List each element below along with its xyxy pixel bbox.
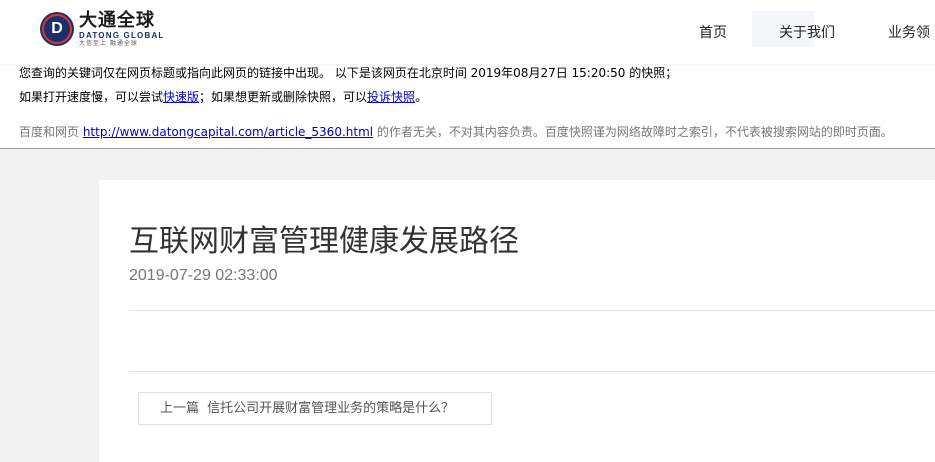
previous-article-label: 上一篇 (160, 401, 200, 416)
speed-notice-mid: ；如果想更新或删除快照，可以 (199, 90, 368, 104)
source-url-link[interactable]: http://www.datongcapital.com/article_536… (83, 125, 373, 139)
previous-article-title: 信托公司开展财富管理业务的策略是什么？ (207, 401, 455, 416)
complain-snapshot-link[interactable]: 投诉快照 (367, 90, 415, 104)
disclaimer-suffix: 的作者无关，不对其内容负责。百度快照谨为网络故障时之索引，不代表被搜索网站的即时… (373, 125, 893, 139)
nav-item-home[interactable]: 首页 (699, 22, 727, 42)
logo-mark-letter: D (51, 20, 63, 37)
speed-notice-prefix: 如果打开速度慢，可以尝试 (19, 90, 164, 104)
divider (129, 310, 935, 311)
nav-item-about[interactable]: 关于我们 (779, 22, 835, 42)
fast-version-link[interactable]: 快速版 (163, 90, 199, 104)
speed-notice-suffix: 。 (415, 90, 428, 104)
article-title: 互联网财富管理健康发展路径 (129, 224, 519, 259)
disclaimer-prefix: 百度和网页 (19, 125, 83, 139)
snapshot-notice-text: 您查询的关键词仅在网页标题或指向此网页的链接中出现。 以下是该网页在北京时间 2… (19, 66, 678, 80)
divider (129, 371, 935, 372)
previous-article-button[interactable]: 上一篇 信托公司开展财富管理业务的策略是什么？ (138, 392, 492, 425)
article-card: 互联网财富管理健康发展路径 2019-07-29 02:33:00 上一篇 信托… (99, 180, 935, 462)
main-nav: 首页 关于我们 业务领 (0, 22, 935, 42)
snapshot-speed-notice: 如果打开速度慢，可以尝试快速版；如果想更新或删除快照，可以投诉快照。 (19, 88, 427, 105)
snapshot-disclaimer: 百度和网页 http://www.datongcapital.com/artic… (19, 123, 893, 140)
site-header: D 大通全球 DATONG GLOBAL 大信至上 融通全球 首页 关于我们 业… (0, 0, 935, 64)
article-date: 2019-07-29 02:33:00 (129, 267, 278, 284)
nav-item-business[interactable]: 业务领 (888, 22, 930, 42)
